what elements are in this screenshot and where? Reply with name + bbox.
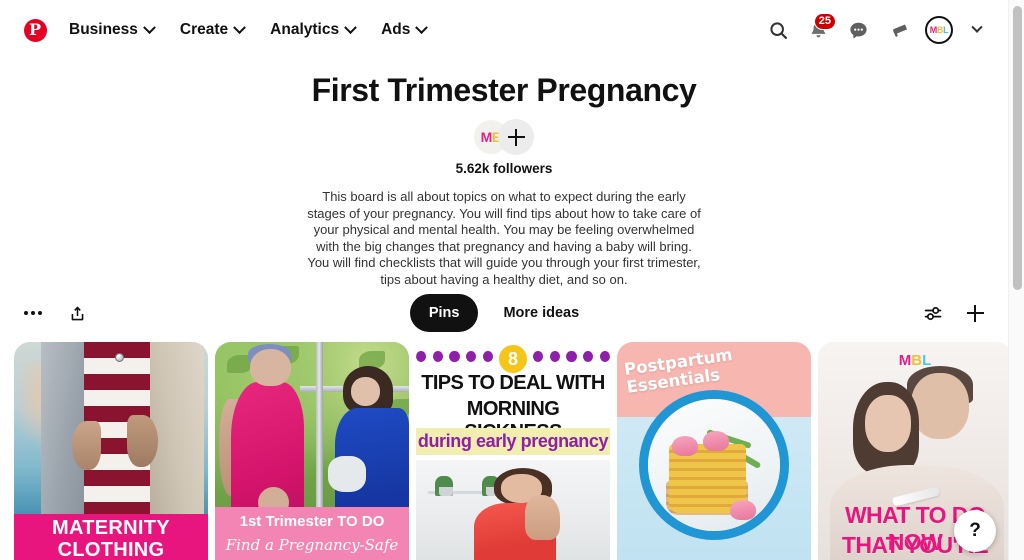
collaborators-row: MB [0,119,1008,155]
pin-woman2-face [350,377,380,406]
search-icon [769,21,787,39]
pin-dress-button [114,353,124,362]
pin-grid: MATERNITY CLOTHING 1st Trimester TO DO F… [14,342,1014,560]
chevron-down-icon [143,20,156,34]
sliders-icon [924,306,941,320]
board-toolbar: Pins More ideas [0,290,1008,336]
board-more-options-button[interactable] [16,296,50,330]
pin-title-overlay: Postpartum Essentials [623,343,757,398]
chevron-down-icon [233,20,247,34]
toolbar-left-group [16,296,94,330]
nav-item-ads-label: Ads [381,21,411,38]
board-filter-button[interactable] [916,296,950,330]
messages-button[interactable] [839,11,877,49]
pinterest-board-page: P Business Create Analytics Ads 25 MBL F… [0,0,1024,560]
nav-item-create[interactable]: Create [167,13,257,47]
notifications-badge: 25 [813,13,836,30]
account-menu-button[interactable] [958,11,996,49]
pin-logo-m: M [898,352,912,369]
pin-photo-circle [639,390,789,541]
pin-brand-logo: MBL [818,352,1012,369]
chevron-down-icon [344,20,357,34]
pin-woman1-head [249,348,291,386]
page-scrollbar[interactable] [1008,0,1024,560]
add-collaborator-button[interactable] [498,119,534,155]
toolbar-right-group [916,296,992,330]
board-share-button[interactable] [60,296,94,330]
pin-hand-right [126,414,158,468]
pin-pole [315,342,323,518]
board-description: This board is all about topics on what t… [307,189,701,287]
pin-photo-area [416,460,610,560]
nav-item-create-label: Create [179,21,229,38]
scrollbar-thumb[interactable] [1012,6,1022,290]
ellipsis-icon [23,311,43,315]
pin-woman-arm [524,494,560,540]
nav-item-analytics[interactable]: Analytics [257,13,368,47]
pin-overlay-line1: 1st Trimester TO DO [239,512,385,530]
pin-card-maternity-clothing[interactable]: MATERNITY CLOTHING [14,342,208,560]
plus-icon [507,128,525,146]
chevron-down-icon [415,20,429,34]
pin-card-morning-sickness[interactable]: 8 TIPS TO DEAL WITH MORNING SICKNESS dur… [416,342,610,560]
board-tabs: Pins More ideas [0,294,1008,332]
pin-overlay-line1: MATERNITY [52,516,170,539]
pin-number-badge: 8 [496,342,530,376]
pin-cardigan-right [149,342,205,532]
tab-pins[interactable]: Pins [409,294,479,332]
board-header: First Trimester Pregnancy MB 5.62k follo… [0,60,1008,289]
pin-woman2-arm [327,456,367,492]
pin-text-banner: 1st Trimester TO DO Find a Pregnancy-Saf… [215,507,409,560]
pin-logo-b: B [911,352,923,369]
search-button[interactable] [759,11,797,49]
nav-item-analytics-label: Analytics [270,21,340,38]
page-title: First Trimester Pregnancy [311,72,697,108]
avatar-initials: MBL [930,25,949,35]
notifications-button[interactable]: 25 [799,11,837,49]
pin-overlay-line2: CLOTHING [57,538,165,560]
pin-card-postpartum-essentials[interactable]: Postpartum Essentials [617,342,811,560]
nav-item-ads[interactable]: Ads [368,13,439,47]
pin-image: 8 TIPS TO DEAL WITH MORNING SICKNESS dur… [416,342,610,560]
share-upload-icon [71,305,83,320]
chat-bubble-icon [849,22,867,38]
pin-card-first-trimester-to-do[interactable]: 1st Trimester TO DO Find a Pregnancy-Saf… [215,342,409,560]
avatar-initial-m: M [929,25,938,35]
pin-woman-face [864,394,912,452]
nav-item-business-label: Business [69,21,138,38]
pin-overlay-highlight: during early pregnancy [416,428,610,455]
followers-count: 5.62k followers [455,161,553,176]
avatar-initial-l: L [943,25,949,35]
pin-image: Postpartum Essentials [617,342,811,560]
board-create-pin-button[interactable] [958,296,992,330]
board-avatar-initial-m: M [480,129,493,145]
tab-more-ideas[interactable]: More ideas [484,294,598,332]
nav-right-group: 25 MBL [759,11,996,49]
nav-left-group: P Business Create Analytics Ads [18,13,439,47]
pin-hand-left [72,421,102,470]
pin-overlay-line3: during early pregnancy [417,431,609,451]
top-navigation-bar: P Business Create Analytics Ads 25 MBL [0,0,1008,60]
help-button[interactable]: ? [954,510,996,552]
announcements-button[interactable] [879,11,917,49]
nav-item-business[interactable]: Business [56,13,167,47]
pin-man-head [911,372,970,439]
pin-text-banner: MATERNITY CLOTHING [14,513,208,560]
megaphone-icon [892,23,907,37]
pin-overlay-line2: Find a Pregnancy-Safe [225,535,399,554]
pinterest-logo-icon: P [23,18,47,42]
pinterest-logo-button[interactable]: P [18,13,52,47]
account-avatar[interactable]: MBL [925,16,953,44]
chevron-down-icon [971,21,983,33]
plus-icon [966,304,984,322]
